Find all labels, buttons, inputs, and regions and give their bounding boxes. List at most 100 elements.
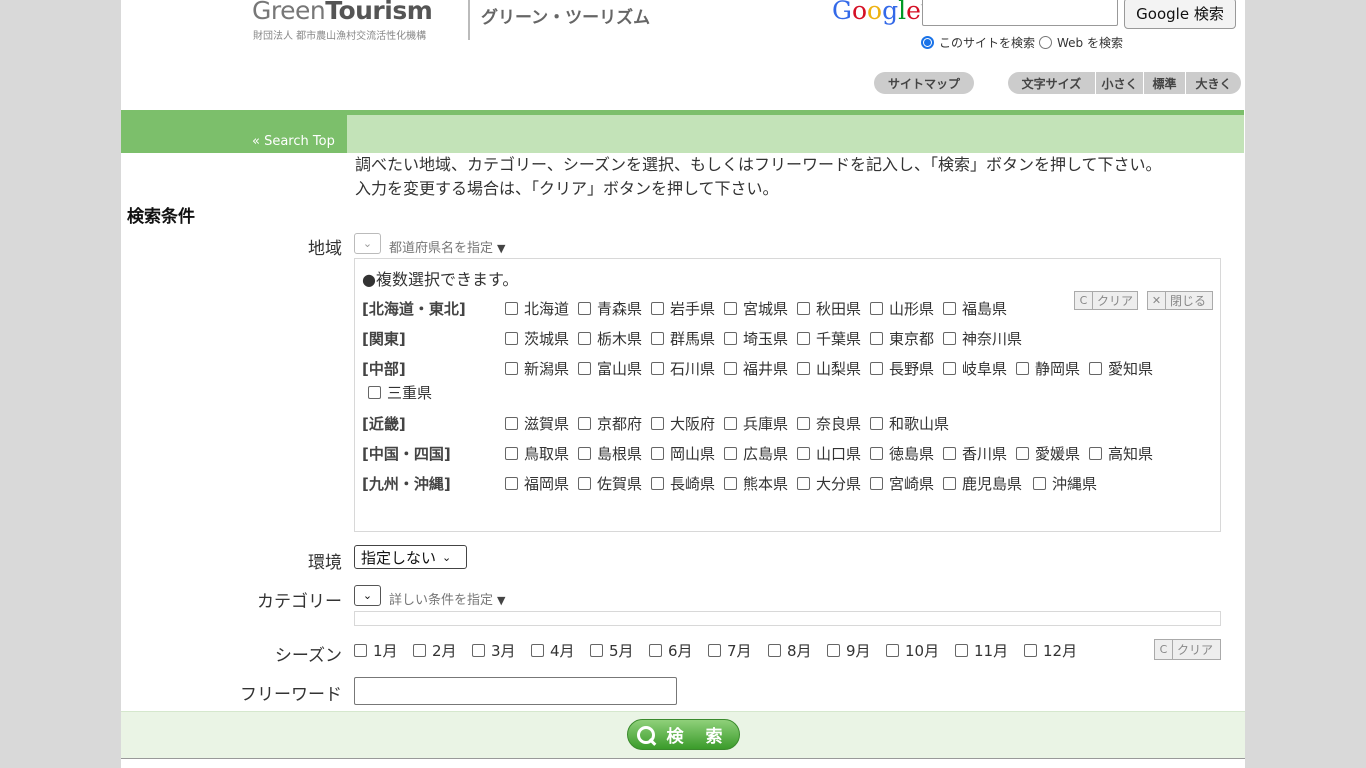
- checkbox-icon[interactable]: [649, 644, 662, 657]
- month-checkbox[interactable]: 2月: [413, 640, 457, 661]
- checkbox-icon[interactable]: [943, 447, 956, 460]
- pref-checkbox[interactable]: 兵庫県: [724, 413, 788, 434]
- pref-checkbox[interactable]: 徳島県: [870, 443, 934, 464]
- pref-checkbox[interactable]: 山梨県: [797, 358, 861, 379]
- pref-checkbox[interactable]: 奈良県: [797, 413, 861, 434]
- checkbox-icon[interactable]: [827, 644, 840, 657]
- season-clear-button[interactable]: C クリア: [1154, 639, 1221, 660]
- month-checkbox[interactable]: 5月: [590, 640, 634, 661]
- pref-checkbox[interactable]: 新潟県: [505, 358, 569, 379]
- checkbox-icon[interactable]: [768, 644, 781, 657]
- checkbox-icon[interactable]: [797, 477, 810, 490]
- region-clear-button[interactable]: C クリア: [1074, 291, 1138, 310]
- checkbox-icon[interactable]: [578, 417, 591, 430]
- checkbox-icon[interactable]: [870, 447, 883, 460]
- checkbox-icon[interactable]: [943, 477, 956, 490]
- checkbox-icon[interactable]: [1033, 477, 1046, 490]
- pref-checkbox[interactable]: 長野県: [870, 358, 934, 379]
- pref-checkbox[interactable]: 千葉県: [797, 328, 861, 349]
- checkbox-icon[interactable]: [651, 332, 664, 345]
- pref-checkbox[interactable]: 沖縄県: [1033, 473, 1097, 494]
- checkbox-icon[interactable]: [531, 644, 544, 657]
- freeword-input[interactable]: [354, 677, 677, 705]
- checkbox-icon[interactable]: [1024, 644, 1037, 657]
- checkbox-icon[interactable]: [724, 332, 737, 345]
- pref-checkbox[interactable]: 和歌山県: [870, 413, 949, 434]
- pref-checkbox[interactable]: 山形県: [870, 298, 934, 319]
- pref-checkbox[interactable]: 高知県: [1089, 443, 1153, 464]
- checkbox-icon[interactable]: [505, 332, 518, 345]
- pref-checkbox[interactable]: 宮城県: [724, 298, 788, 319]
- checkbox-icon[interactable]: [870, 477, 883, 490]
- checkbox-icon[interactable]: [578, 332, 591, 345]
- pref-checkbox[interactable]: 広島県: [724, 443, 788, 464]
- checkbox-icon[interactable]: [1089, 362, 1102, 375]
- pref-checkbox[interactable]: 静岡県: [1016, 358, 1080, 379]
- checkbox-icon[interactable]: [797, 447, 810, 460]
- checkbox-icon[interactable]: [354, 644, 367, 657]
- checkbox-icon[interactable]: [578, 447, 591, 460]
- pref-checkbox[interactable]: 青森県: [578, 298, 642, 319]
- radio-site[interactable]: [921, 36, 934, 49]
- checkbox-icon[interactable]: [797, 332, 810, 345]
- pref-checkbox[interactable]: 宮崎県: [870, 473, 934, 494]
- checkbox-icon[interactable]: [870, 362, 883, 375]
- pref-checkbox[interactable]: 大阪府: [651, 413, 715, 434]
- pref-checkbox[interactable]: 島根県: [578, 443, 642, 464]
- month-checkbox[interactable]: 12月: [1024, 640, 1077, 661]
- checkbox-icon[interactable]: [578, 477, 591, 490]
- checkbox-icon[interactable]: [724, 302, 737, 315]
- pref-checkbox[interactable]: 三重県: [368, 382, 432, 403]
- checkbox-icon[interactable]: [870, 417, 883, 430]
- pref-checkbox[interactable]: 大分県: [797, 473, 861, 494]
- pref-checkbox[interactable]: 埼玉県: [724, 328, 788, 349]
- pref-checkbox[interactable]: 山口県: [797, 443, 861, 464]
- month-checkbox[interactable]: 7月: [708, 640, 752, 661]
- month-checkbox[interactable]: 9月: [827, 640, 871, 661]
- checkbox-icon[interactable]: [724, 417, 737, 430]
- font-standard-button[interactable]: 標準: [1144, 72, 1185, 94]
- pref-checkbox[interactable]: 茨城県: [505, 328, 569, 349]
- checkbox-icon[interactable]: [955, 644, 968, 657]
- checkbox-icon[interactable]: [651, 362, 664, 375]
- pref-checkbox[interactable]: 鹿児島県: [943, 473, 1022, 494]
- pref-checkbox[interactable]: 愛知県: [1089, 358, 1153, 379]
- checkbox-icon[interactable]: [943, 362, 956, 375]
- pref-checkbox[interactable]: 福井県: [724, 358, 788, 379]
- checkbox-icon[interactable]: [505, 417, 518, 430]
- pref-checkbox[interactable]: 愛媛県: [1016, 443, 1080, 464]
- sitemap-button[interactable]: サイトマップ: [874, 72, 974, 94]
- checkbox-icon[interactable]: [505, 447, 518, 460]
- checkbox-icon[interactable]: [578, 302, 591, 315]
- pref-checkbox[interactable]: 石川県: [651, 358, 715, 379]
- pref-checkbox[interactable]: 秋田県: [797, 298, 861, 319]
- pref-checkbox[interactable]: 栃木県: [578, 328, 642, 349]
- checkbox-icon[interactable]: [1016, 362, 1029, 375]
- pref-checkbox[interactable]: 鳥取県: [505, 443, 569, 464]
- environment-select[interactable]: 指定しない ⌄: [354, 545, 467, 569]
- checkbox-icon[interactable]: [797, 302, 810, 315]
- checkbox-icon[interactable]: [651, 302, 664, 315]
- font-small-button[interactable]: 小さく: [1096, 72, 1143, 94]
- checkbox-icon[interactable]: [578, 362, 591, 375]
- checkbox-icon[interactable]: [724, 447, 737, 460]
- month-checkbox[interactable]: 10月: [886, 640, 939, 661]
- pref-checkbox[interactable]: 岐阜県: [943, 358, 1007, 379]
- checkbox-icon[interactable]: [472, 644, 485, 657]
- region-hint[interactable]: 都道府県名を指定 ▼: [389, 237, 505, 256]
- checkbox-icon[interactable]: [368, 386, 381, 399]
- month-checkbox[interactable]: 1月: [354, 640, 398, 661]
- google-search-button[interactable]: Google 検索: [1124, 0, 1236, 29]
- radio-web[interactable]: [1039, 36, 1053, 49]
- pref-checkbox[interactable]: 東京都: [870, 328, 934, 349]
- pref-checkbox[interactable]: 福島県: [943, 298, 1007, 319]
- checkbox-icon[interactable]: [724, 362, 737, 375]
- category-dropdown[interactable]: ⌄: [354, 585, 381, 606]
- pref-checkbox[interactable]: 香川県: [943, 443, 1007, 464]
- pref-checkbox[interactable]: 神奈川県: [943, 328, 1022, 349]
- checkbox-icon[interactable]: [505, 477, 518, 490]
- checkbox-icon[interactable]: [590, 644, 603, 657]
- checkbox-icon[interactable]: [797, 362, 810, 375]
- region-dropdown[interactable]: ⌄: [354, 233, 381, 254]
- checkbox-icon[interactable]: [651, 477, 664, 490]
